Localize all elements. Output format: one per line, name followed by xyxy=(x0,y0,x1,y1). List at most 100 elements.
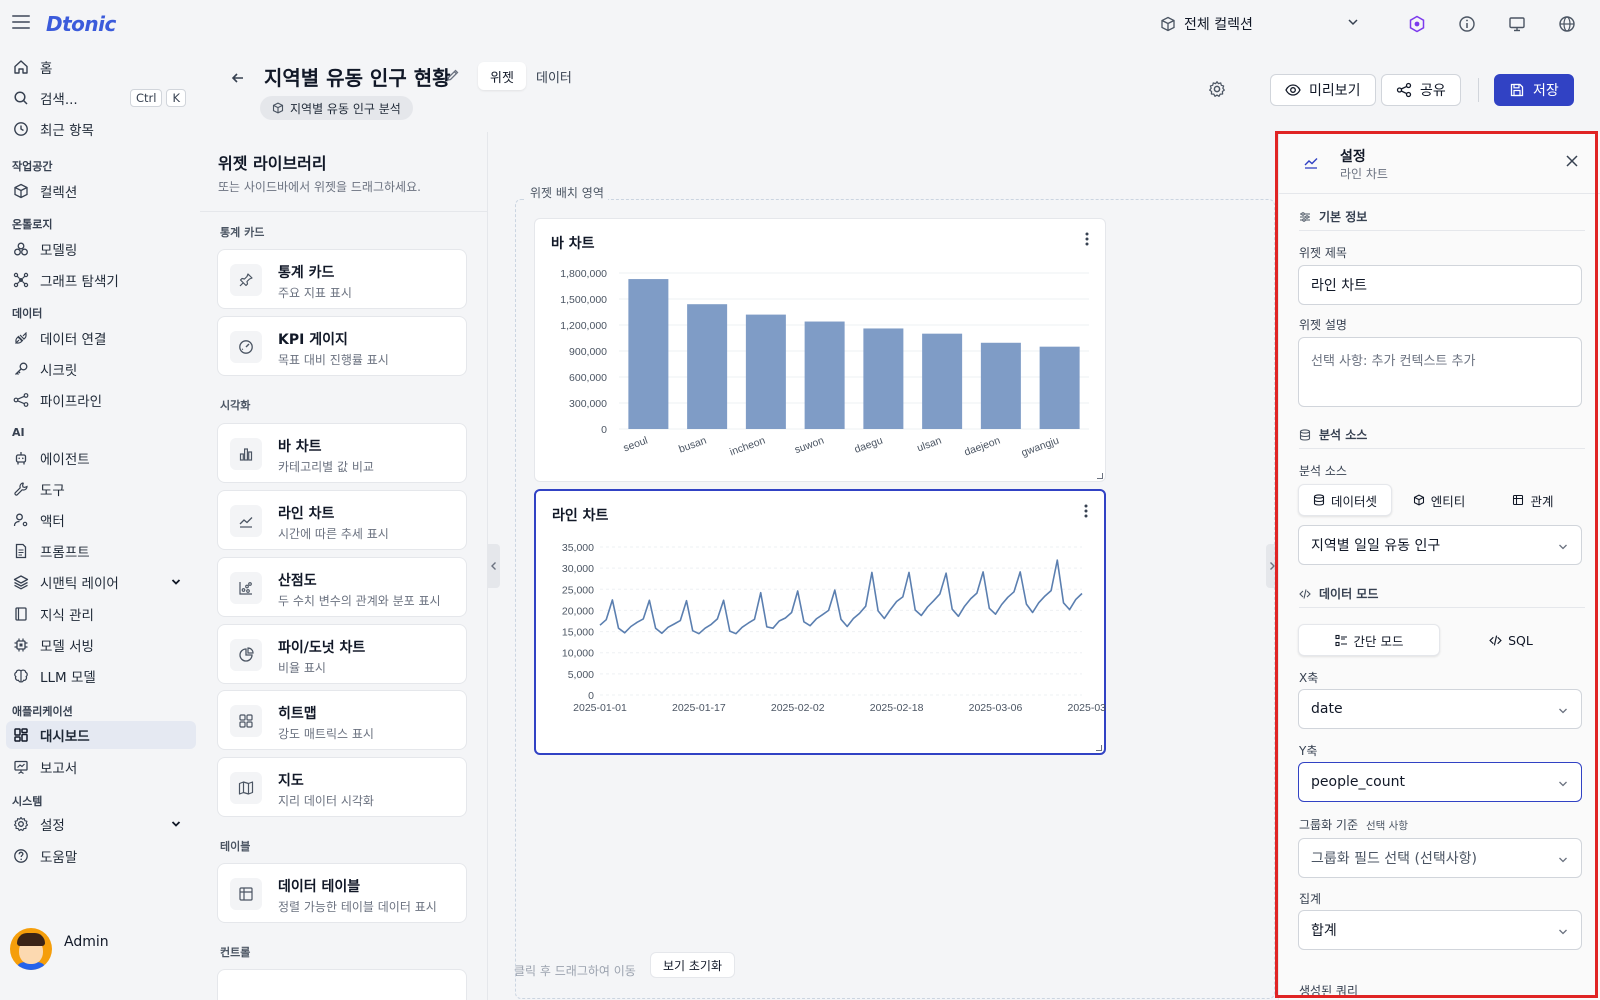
sidebar-item-secrets[interactable]: 시크릿 xyxy=(6,355,196,383)
library-card-desc: 비율 표시 xyxy=(278,661,326,675)
bar xyxy=(980,342,1021,429)
collapse-library-button[interactable] xyxy=(488,544,500,588)
sidebar-item-pipeline[interactable]: 파이프라인 xyxy=(6,386,196,414)
resize-handle[interactable] xyxy=(1096,745,1102,751)
group-by-select[interactable]: 그룹화 필드 선택 (선택사항) xyxy=(1298,838,1582,878)
library-card-heatmap[interactable]: 히트맵 강도 매트릭스 표시 xyxy=(217,690,467,750)
app-logo[interactable]: Dtonic xyxy=(46,12,116,36)
sidebar-item-home[interactable]: 홈 xyxy=(6,53,196,81)
sidebar-item-recent[interactable]: 최근 항목 xyxy=(6,115,196,143)
sidebar-item-reports[interactable]: 보고서 xyxy=(6,753,196,781)
sidebar-item-dashboard[interactable]: 대시보드 xyxy=(6,721,196,749)
settings-subtitle: 라인 차트 xyxy=(1340,167,1388,181)
sidebar-item-modeling[interactable]: 모델링 xyxy=(6,235,196,263)
line-y-tick: 10,000 xyxy=(562,648,594,660)
widget-title-input[interactable]: 라인 차트 xyxy=(1298,265,1582,305)
sidebar-item-tools[interactable]: 도구 xyxy=(6,475,196,503)
library-card-kpi[interactable]: KPI 게이지 목표 대비 진행률 표시 xyxy=(217,316,467,376)
aggregation-select[interactable]: 합계 xyxy=(1298,910,1582,950)
collection-selector[interactable]: 전체 컬렉션 xyxy=(1160,13,1360,35)
library-card-scatter[interactable]: 산점도 두 수치 변수의 관계와 분포 표시 xyxy=(217,557,467,617)
line-chart-widget[interactable]: 라인 차트 35,000 30,000 25,000 20,000 15,000 10,0… xyxy=(534,489,1106,755)
section-basic-info-label: 기본 정보 xyxy=(1319,210,1368,224)
library-card-control[interactable] xyxy=(217,969,467,1000)
sidebar-section-apps: 애플리케이션 xyxy=(12,705,73,718)
library-card-title: 바 차트 xyxy=(278,439,322,455)
bar xyxy=(745,314,786,429)
library-section-control: 컨트롤 xyxy=(220,946,251,959)
line-x-tick: 2025-03-22 xyxy=(1067,702,1106,714)
bar xyxy=(628,279,669,429)
library-card-bar-chart[interactable]: 바 차트 카테고리별 값 비교 xyxy=(217,423,467,483)
graph-app-icon[interactable] xyxy=(1404,12,1430,36)
bar-y-tick: 1,200,000 xyxy=(560,320,607,332)
reset-view-button[interactable]: 보기 초기화 xyxy=(650,952,736,978)
chevron-down-icon xyxy=(1559,708,1567,714)
library-card-desc: 목표 대비 진행률 표시 xyxy=(278,353,389,367)
bar-y-tick: 300,000 xyxy=(569,398,607,410)
source-type-relation[interactable]: 관계 xyxy=(1486,484,1580,516)
source-type-entity[interactable]: 엔티티 xyxy=(1392,484,1486,516)
sidebar-item-semantic-layer[interactable]: 시맨틱 레이어 xyxy=(6,568,196,596)
info-icon[interactable] xyxy=(1454,12,1480,36)
line-chart-icon xyxy=(1304,158,1318,169)
library-card-desc: 주요 지표 표시 xyxy=(278,286,352,300)
line-y-tick: 5,000 xyxy=(568,669,594,681)
x-axis-select[interactable]: date xyxy=(1298,689,1582,729)
chevron-down-icon xyxy=(1559,781,1567,787)
dataset-select[interactable]: 지역별 일일 유동 인구 xyxy=(1298,525,1582,565)
library-card-data-table[interactable]: 데이터 테이블 정렬 가능한 테이블 데이터 표시 xyxy=(217,863,467,923)
line-series xyxy=(599,559,1083,635)
sidebar-item-llm-models[interactable]: LLM 모델 xyxy=(6,662,196,690)
menu-icon[interactable] xyxy=(12,15,30,29)
mode-simple[interactable]: 간단 모드 xyxy=(1298,624,1440,656)
bar-x-tick: incheon xyxy=(728,434,767,458)
resize-handle[interactable] xyxy=(1097,473,1103,479)
bar-chart-widget[interactable]: 바 차트 1,800,000 1,500,000 1,200,000 900,000 6… xyxy=(534,218,1106,482)
library-card-pie-chart[interactable]: 파이/도넛 차트 비율 표시 xyxy=(217,624,467,684)
sidebar-item-label: 대시보드 xyxy=(40,729,90,745)
bar-y-tick: 1,500,000 xyxy=(560,294,607,306)
sidebar-item-knowledge[interactable]: 지식 관리 xyxy=(6,600,196,628)
library-card-desc: 강도 매트릭스 표시 xyxy=(278,727,374,741)
pencil-icon[interactable] xyxy=(446,68,460,82)
sidebar-item-collections[interactable]: 컬렉션 xyxy=(6,177,196,205)
dashboard-canvas[interactable]: 위젯 배치 영역 바 차트 1,800,000 1,500,000 1,200,00… xyxy=(488,132,1278,1000)
sidebar-item-help[interactable]: 도움말 xyxy=(6,842,196,870)
analysis-source-chip[interactable]: 지역별 유동 인구 분석 xyxy=(260,96,413,120)
widget-description-textarea[interactable]: 선택 사항: 추가 컨텍스트 추가 xyxy=(1298,337,1582,407)
tab-data[interactable]: 데이터 xyxy=(524,62,584,90)
save-button[interactable]: 저장 xyxy=(1494,74,1574,106)
share-button[interactable]: 공유 xyxy=(1381,74,1461,106)
sidebar-item-search[interactable]: 검색... Ctrl K xyxy=(6,84,196,112)
preview-button[interactable]: 미리보기 xyxy=(1270,74,1376,106)
library-card-line-chart[interactable]: 라인 차트 시간에 따른 추세 표시 xyxy=(217,490,467,550)
section-analysis-source-label: 분석 소스 xyxy=(1319,428,1368,442)
sidebar-item-actors[interactable]: 액터 xyxy=(6,506,196,534)
library-card-map[interactable]: 지도 지리 데이터 시각화 xyxy=(217,757,467,817)
chevron-left-icon xyxy=(491,562,496,570)
top-bar: Dtonic 전체 컬렉션 xyxy=(0,0,1600,48)
globe-icon[interactable] xyxy=(1554,12,1580,36)
source-type-dataset[interactable]: 데이터셋 xyxy=(1298,484,1392,516)
gear-icon[interactable] xyxy=(1208,80,1226,98)
cube-icon xyxy=(1161,16,1175,32)
sidebar-item-prompts[interactable]: 프롬프트 xyxy=(6,537,196,565)
sidebar-item-graph[interactable]: 그래프 탐색기 xyxy=(6,266,196,294)
database-icon xyxy=(1299,428,1311,441)
sidebar-item-model-serving[interactable]: 모델 서빙 xyxy=(6,631,196,659)
share-button-label: 공유 xyxy=(1420,83,1446,99)
monitor-icon[interactable] xyxy=(1504,12,1530,36)
sidebar-item-agents[interactable]: 에이전트 xyxy=(6,444,196,472)
back-arrow-icon[interactable] xyxy=(230,70,246,86)
user-profile[interactable]: Admin xyxy=(10,928,109,970)
y-axis-select[interactable]: people_count xyxy=(1298,762,1582,802)
sidebar-item-settings[interactable]: 설정 xyxy=(6,810,196,838)
mode-sql[interactable]: SQL xyxy=(1440,624,1582,656)
library-card-stat[interactable]: 통계 카드 주요 지표 표시 xyxy=(217,249,467,309)
close-icon[interactable] xyxy=(1565,154,1579,168)
canvas-drag-hint: 클릭 후 드래그하여 이동 xyxy=(514,964,636,978)
sidebar-item-data-connection[interactable]: 데이터 연결 xyxy=(6,324,196,352)
tab-widget[interactable]: 위젯 xyxy=(478,62,526,90)
sidebar-item-label: 프롬프트 xyxy=(40,545,90,561)
